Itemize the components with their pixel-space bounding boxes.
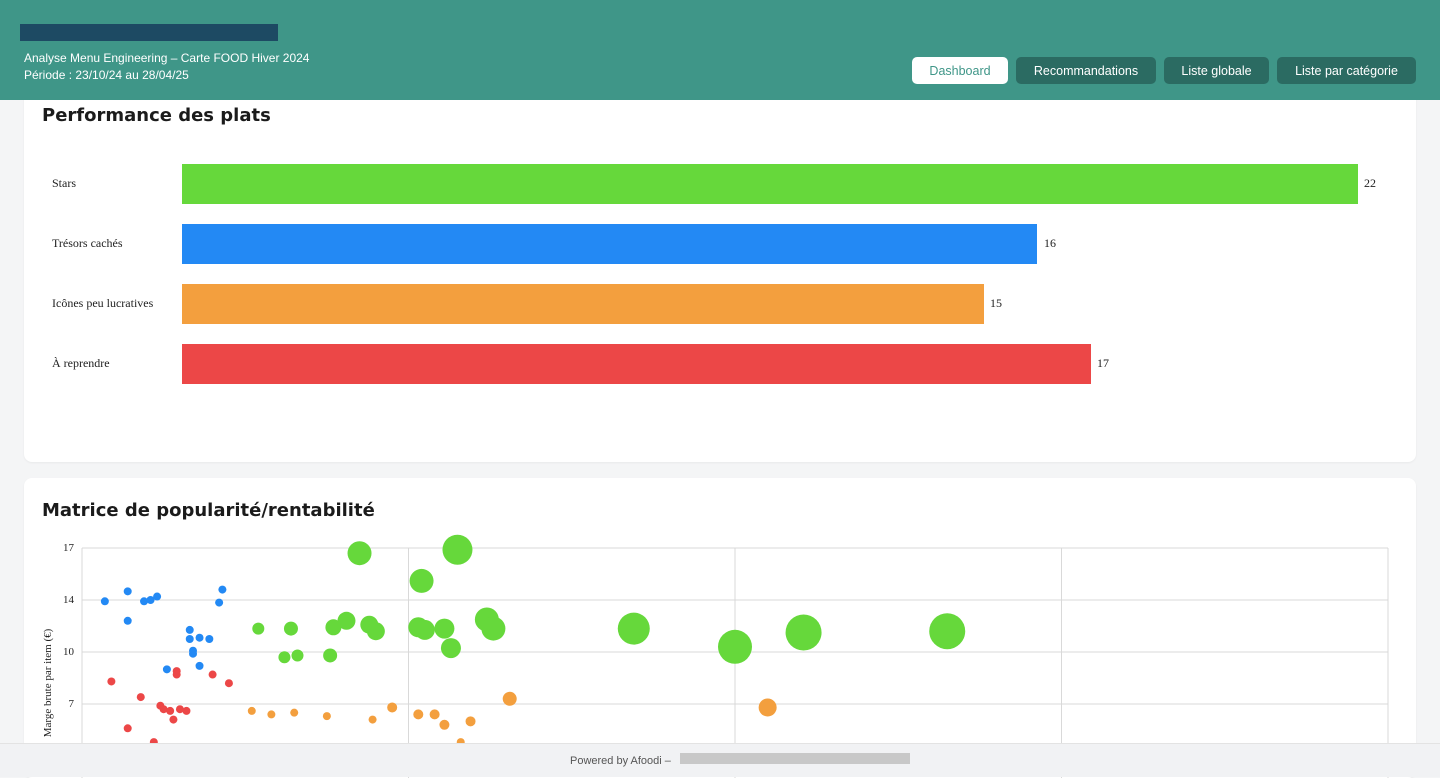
scatter-point[interactable] — [162, 665, 171, 674]
scatter-point[interactable] — [442, 534, 473, 565]
scatter-point[interactable] — [929, 613, 966, 650]
performance-card: Performance des plats Stars 22 Trésors c… — [24, 80, 1416, 462]
y-tick-7: 7 — [69, 698, 75, 710]
scatter-point[interactable] — [195, 661, 204, 670]
scatter-points — [100, 534, 966, 747]
scatter-point[interactable] — [429, 709, 440, 720]
bar-label-icones: Icônes peu lucratives — [52, 296, 154, 310]
tab-recommandations[interactable]: Recommandations — [1016, 57, 1156, 84]
scatter-point[interactable] — [337, 611, 356, 630]
bar-label-stars: Stars — [52, 176, 76, 190]
footer-powered-by: Powered by Afoodi – — [570, 755, 671, 767]
scatter-point[interactable] — [440, 638, 461, 659]
scatter-point[interactable] — [718, 629, 752, 664]
scatter-point[interactable] — [481, 616, 506, 641]
scatter-point[interactable] — [172, 670, 181, 679]
scatter-point[interactable] — [368, 715, 377, 724]
scatter-point[interactable] — [136, 693, 145, 702]
scatter-point[interactable] — [322, 712, 331, 721]
scatter-point[interactable] — [182, 706, 191, 715]
y-axis-label: Marge brute par item (€) — [42, 628, 54, 737]
scatter-point[interactable] — [208, 670, 217, 679]
scatter-point[interactable] — [290, 708, 299, 717]
scatter-point[interactable] — [502, 691, 517, 706]
y-tick-10: 10 — [63, 646, 75, 658]
scatter-point[interactable] — [185, 625, 194, 634]
scatter-point[interactable] — [758, 698, 777, 717]
bar-value-tresors-caches: 16 — [1044, 236, 1056, 250]
bar-tresors-caches[interactable] — [182, 224, 1037, 264]
scatter-point[interactable] — [278, 651, 291, 664]
scatter-point[interactable] — [215, 598, 224, 607]
scatter-point[interactable] — [123, 724, 132, 733]
scatter-point[interactable] — [414, 619, 435, 640]
bar-value-a-reprendre: 17 — [1097, 356, 1109, 370]
redacted-footer-text — [680, 753, 910, 764]
scatter-point[interactable] — [347, 541, 372, 566]
scatter-point[interactable] — [195, 633, 204, 642]
scatter-point[interactable] — [409, 568, 434, 593]
scatter-point[interactable] — [100, 597, 109, 606]
y-tick-14: 14 — [63, 594, 75, 606]
scatter-point[interactable] — [123, 616, 132, 625]
scatter-point[interactable] — [107, 677, 116, 686]
scatter-point[interactable] — [185, 635, 194, 643]
scatter-point[interactable] — [247, 706, 256, 715]
tab-dashboard[interactable]: Dashboard — [912, 57, 1008, 84]
scatter-point[interactable] — [366, 622, 385, 641]
scatter-point[interactable] — [169, 715, 178, 724]
scatter-point[interactable] — [785, 614, 822, 651]
app-header: Analyse Menu Engineering – Carte FOOD Hi… — [0, 0, 1440, 100]
scatter-point[interactable] — [413, 709, 424, 720]
bar-a-reprendre[interactable] — [182, 344, 1091, 384]
bar-label-a-reprendre: À reprendre — [52, 356, 110, 370]
matrix-card: Matrice de popularité/rentabilité 17 14 … — [24, 478, 1416, 778]
scatter-point[interactable] — [218, 585, 227, 594]
performance-title: Performance des plats — [42, 105, 271, 126]
tab-liste-globale[interactable]: Liste globale — [1164, 57, 1269, 84]
scatter-point[interactable] — [224, 679, 233, 688]
bar-icones[interactable] — [182, 284, 984, 324]
scatter-point[interactable] — [283, 621, 298, 636]
y-tick-17: 17 — [63, 542, 75, 554]
scatter-point[interactable] — [252, 622, 265, 635]
report-subtitle: Analyse Menu Engineering – Carte FOOD Hi… — [24, 51, 310, 65]
scatter-point[interactable] — [123, 587, 132, 596]
scatter-point[interactable] — [465, 716, 476, 727]
bar-value-icones: 15 — [990, 296, 1002, 310]
bar-stars[interactable] — [182, 164, 1358, 204]
matrix-chart: 17 14 10 7 Marge brute par item (€) — [42, 534, 1389, 778]
scatter-point[interactable] — [439, 719, 450, 730]
bar-label-tresors-caches: Trésors cachés — [52, 236, 123, 250]
tab-liste-par-categorie[interactable]: Liste par catégorie — [1277, 57, 1416, 84]
scatter-point[interactable] — [291, 649, 304, 662]
scatter-point[interactable] — [267, 710, 276, 719]
scatter-point[interactable] — [205, 635, 214, 643]
scatter-point[interactable] — [189, 649, 198, 658]
scatter-point[interactable] — [153, 592, 162, 601]
report-period: Période : 23/10/24 au 28/04/25 — [24, 68, 189, 82]
redacted-title — [20, 24, 278, 41]
scatter-point[interactable] — [323, 648, 338, 663]
scatter-point[interactable] — [387, 702, 398, 713]
scatter-point[interactable] — [166, 706, 175, 715]
scatter-point[interactable] — [617, 612, 650, 645]
bar-value-stars: 22 — [1364, 176, 1376, 190]
scatter-point[interactable] — [434, 618, 455, 639]
